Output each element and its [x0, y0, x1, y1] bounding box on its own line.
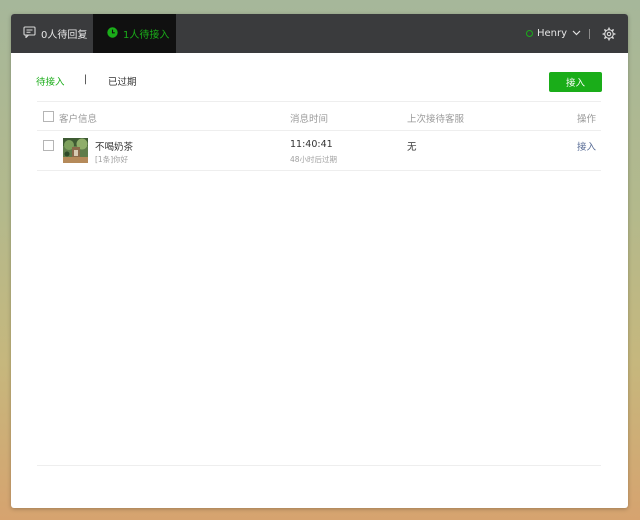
column-header-last-agent: 上次接待客服: [407, 114, 465, 125]
subtab-separator: |: [84, 74, 88, 85]
column-header-time: 消息时间: [290, 114, 329, 125]
customer-name: 不喝奶茶: [95, 142, 134, 153]
column-header-action: 操作: [577, 114, 597, 125]
row-accept-link[interactable]: 接入: [577, 139, 596, 153]
user-name: Henry: [536, 28, 567, 39]
topbar-divider: [589, 29, 590, 39]
tab-pending-accept[interactable]: 1人待接入: [93, 14, 176, 53]
gear-icon[interactable]: [602, 26, 616, 45]
tab-pending-reply[interactable]: 0人待回复: [11, 14, 93, 53]
subtab-expired[interactable]: 已过期: [108, 74, 137, 88]
chevron-down-icon: [572, 28, 581, 39]
avatar: [63, 138, 88, 163]
tab-pending-reply-label: 0人待回复: [41, 30, 88, 41]
row-checkbox[interactable]: [43, 140, 54, 151]
chat-bubble-icon: [23, 26, 36, 41]
select-all-checkbox[interactable]: [43, 111, 54, 122]
message-time: 11:40:41: [290, 139, 333, 150]
tab-pending-accept-label: 1人待接入: [123, 30, 170, 41]
message-preview: [1条]你好: [95, 155, 129, 164]
row-divider: [37, 170, 601, 171]
last-agent: 无: [407, 142, 417, 153]
expire-note: 48小时后过期: [290, 155, 338, 164]
online-status-icon: [525, 30, 533, 37]
footer-divider: [37, 465, 601, 466]
header-divider: [37, 130, 601, 131]
top-bar: 0人待回复 1人待接入 Henry: [11, 14, 628, 53]
user-menu[interactable]: Henry: [525, 14, 581, 53]
subtab-pending[interactable]: 待接入: [36, 74, 65, 88]
clock-icon: [107, 26, 118, 41]
accept-button[interactable]: 接入: [549, 72, 602, 92]
column-header-customer: 客户信息: [59, 114, 98, 125]
app-window: 0人待回复 1人待接入 Henry 待接入 | 已过期 接入 客户信息 消息时间…: [11, 14, 628, 508]
table-top-divider: [37, 101, 601, 102]
